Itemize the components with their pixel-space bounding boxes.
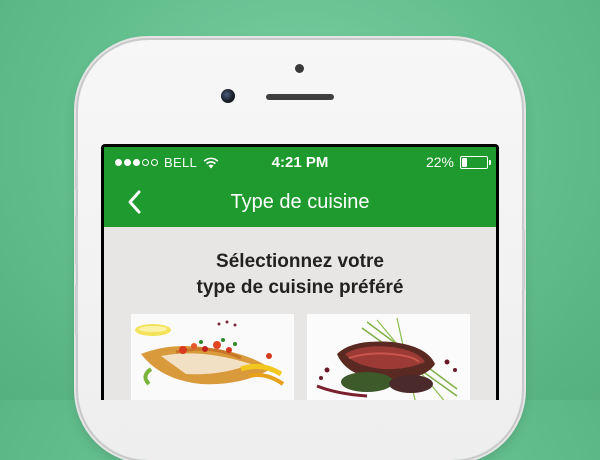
heading-line-1: Sélectionnez votre — [216, 251, 384, 272]
steak-dish-photo — [307, 314, 470, 400]
phone-side-button-left-2 — [75, 215, 78, 265]
status-right: 22% — [425, 154, 491, 170]
proximity-sensor — [295, 64, 304, 73]
phone-screen: BELL 4:21 PM 22% Type de cuisine Sélecti — [101, 144, 499, 400]
section-heading: Sélectionnez votre type de cuisine préfé… — [104, 249, 496, 301]
battery-fill — [462, 157, 467, 167]
battery-icon — [460, 155, 491, 169]
front-camera — [221, 89, 235, 103]
cuisine-card-steak[interactable] — [307, 314, 470, 400]
navigation-bar: Type de cuisine — [104, 177, 496, 227]
earpiece-speaker — [266, 94, 334, 100]
main-content: Sélectionnez votre type de cuisine préfé… — [104, 227, 496, 400]
heading-line-2: type de cuisine préféré — [196, 277, 404, 298]
phone-side-button-right — [522, 230, 525, 290]
cuisine-card-fish[interactable] — [131, 314, 294, 400]
phone-side-button-left-1 — [75, 160, 78, 190]
status-bar: BELL 4:21 PM 22% — [104, 147, 496, 177]
page-title: Type de cuisine — [230, 191, 370, 213]
fish-dish-photo — [131, 314, 294, 400]
battery-percent: 22% — [425, 154, 454, 170]
battery-tip — [489, 159, 491, 165]
phone-side-button-left-3 — [75, 285, 78, 335]
